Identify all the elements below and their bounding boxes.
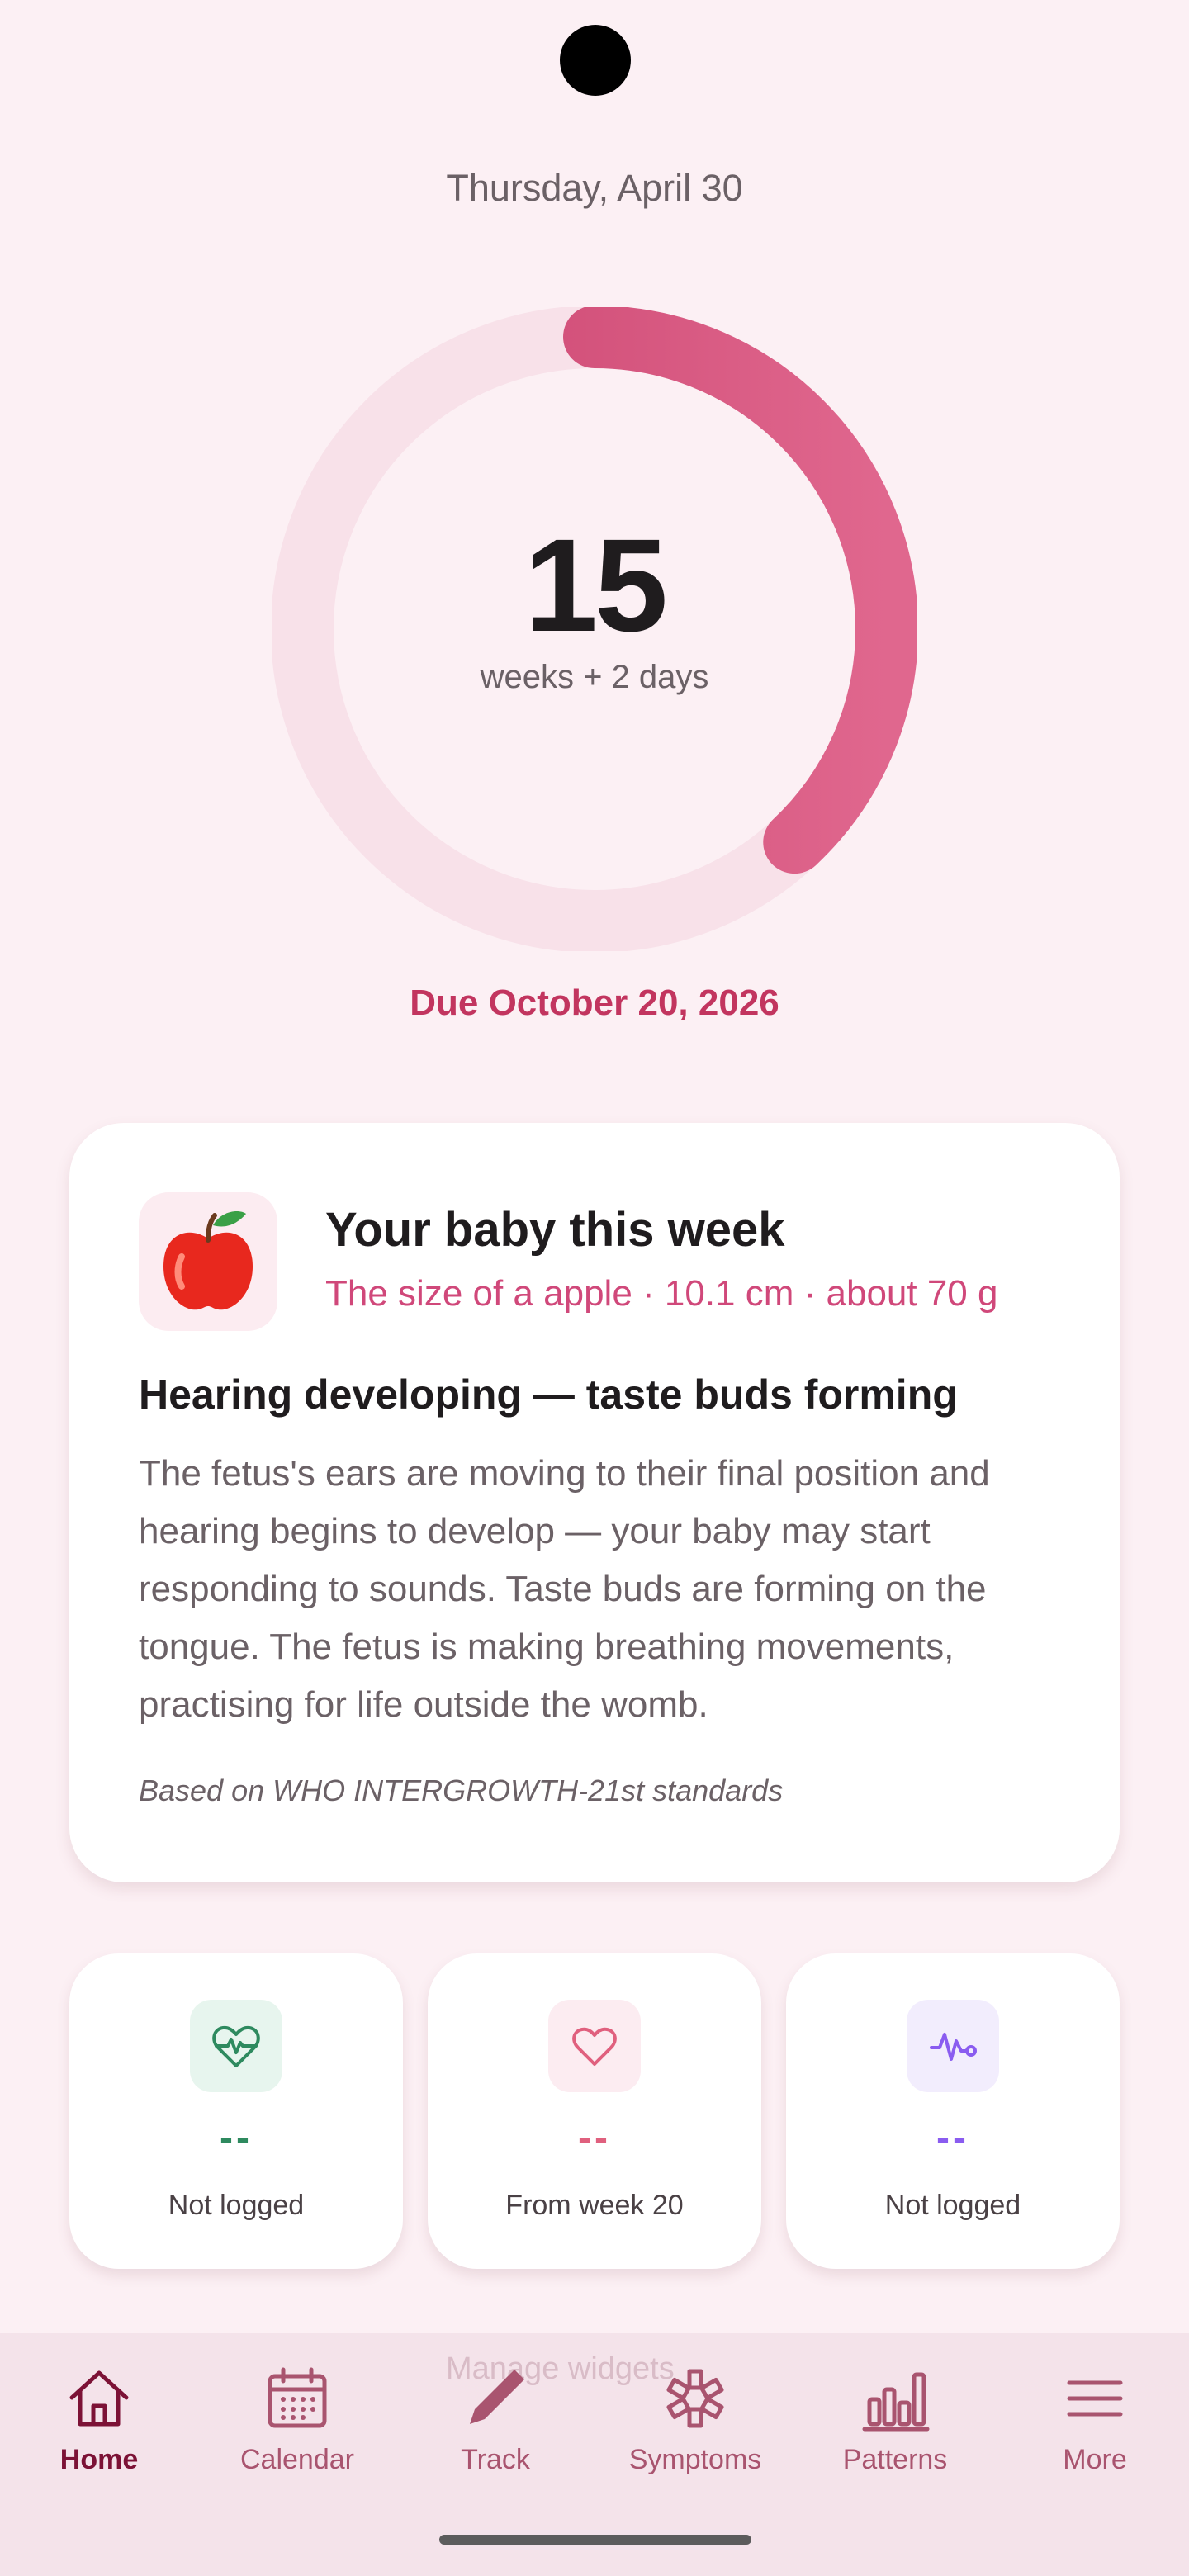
bar-chart-icon	[862, 2372, 930, 2432]
source-note: Based on WHO INTERGROWTH-21st standards	[139, 1773, 784, 1807]
stat-label: Not logged	[884, 2190, 1021, 2221]
nav-label: Calendar	[240, 2444, 354, 2475]
stat-value: --	[220, 2116, 253, 2160]
card-title: Your baby this week	[325, 1203, 785, 1257]
symptoms-icon	[666, 2369, 724, 2428]
weeks-count: 15	[524, 511, 668, 659]
pencil-icon	[470, 2370, 524, 2424]
nav-label: More	[1063, 2444, 1127, 2475]
nav-label: Track	[461, 2444, 530, 2475]
home-icon	[69, 2370, 129, 2427]
menu-icon	[1067, 2380, 1123, 2417]
nav-home[interactable]: Home	[25, 2363, 173, 2487]
stat-value: --	[578, 2116, 611, 2160]
heart-pulse-icon	[190, 2000, 282, 2092]
development-description: The fetus's ears are moving to their fin…	[139, 1453, 990, 1725]
stat-card-activity[interactable]: -- Not logged	[786, 1953, 1120, 2269]
nav-track[interactable]: Track	[421, 2363, 570, 2487]
weeks-days-label: weeks + 2 days	[480, 659, 709, 695]
nav-more[interactable]: More	[1021, 2363, 1169, 2487]
current-date: Thursday, April 30	[446, 167, 743, 209]
nav-label: Patterns	[842, 2444, 948, 2475]
gesture-home-bar[interactable]	[439, 2535, 751, 2545]
activity-icon	[907, 2000, 999, 2092]
nav-patterns[interactable]: Patterns	[821, 2363, 969, 2487]
apple-icon	[139, 1192, 277, 1331]
heart-icon	[548, 2000, 641, 2092]
stat-label: From week 20	[505, 2190, 684, 2221]
stat-card-baby-heartbeat[interactable]: -- From week 20	[428, 1953, 761, 2269]
stat-card-heart-rate[interactable]: -- Not logged	[69, 1953, 403, 2269]
nav-symptoms[interactable]: Symptoms	[621, 2363, 770, 2487]
stat-label: Not logged	[168, 2190, 305, 2221]
camera-cutout	[560, 25, 631, 96]
nav-label: Symptoms	[628, 2444, 762, 2475]
baby-size-line: The size of a apple · 10.1 cm · about 70…	[325, 1273, 998, 1314]
stat-value: --	[936, 2116, 969, 2160]
due-date: Due October 20, 2026	[410, 983, 779, 1023]
baby-this-week-card[interactable]: Your baby this week The size of a apple …	[69, 1123, 1120, 1882]
nav-calendar[interactable]: Calendar	[223, 2363, 372, 2487]
nav-label: Home	[59, 2444, 139, 2475]
development-headline: Hearing developing — taste buds forming	[139, 1371, 958, 1418]
calendar-icon	[268, 2367, 327, 2428]
pregnancy-progress-ring[interactable]: 15 weeks + 2 days	[272, 307, 917, 951]
